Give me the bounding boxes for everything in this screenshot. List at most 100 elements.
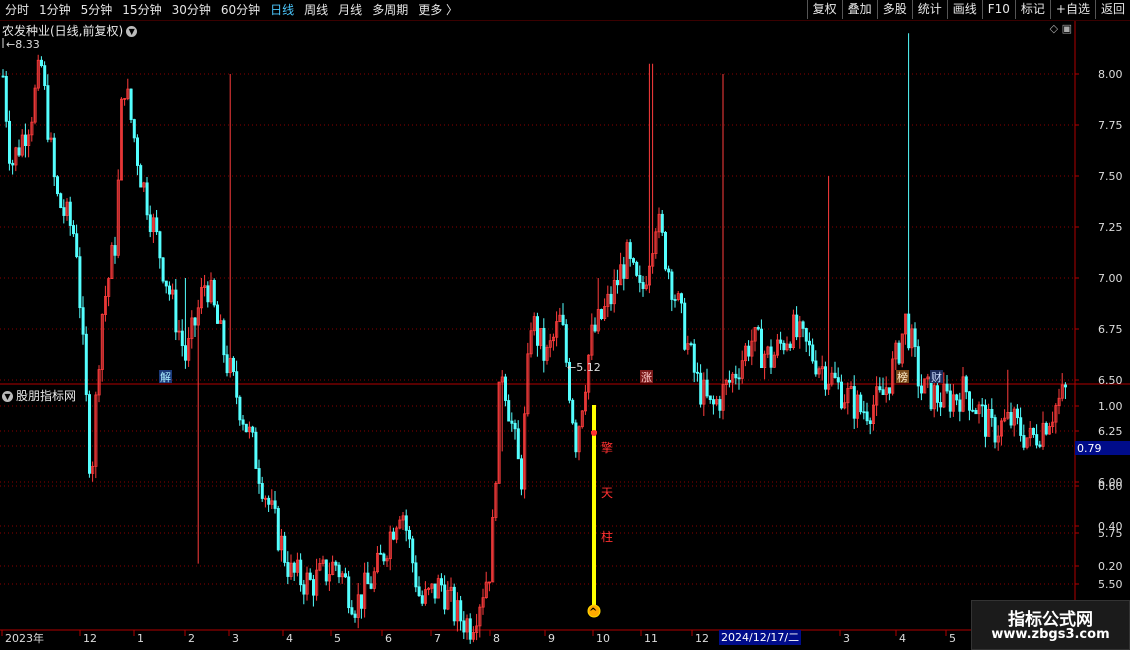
candle-body [366,572,370,585]
candle-body [459,600,463,622]
candle-body [72,225,76,235]
candle-body [11,162,15,166]
candle-body [788,343,792,349]
candle-body [840,381,844,409]
candle-body [283,535,287,563]
candle-body [241,419,245,425]
candle-body [616,280,620,286]
signal-char-1: 天 [601,486,613,500]
candle-body [622,264,626,279]
price-tick-label: 6.75 [1098,323,1123,336]
candle-body [609,293,613,305]
candle-body [343,573,347,578]
time-label: 2023年 [5,631,44,645]
candle-body [161,257,165,282]
candle-body [510,420,514,424]
candle-body [756,327,760,330]
candle-body [936,385,940,403]
candle-body [257,468,261,484]
candle-body [56,176,60,195]
candle-body [369,583,373,589]
time-label: 8 [493,632,500,645]
candle-body [174,289,178,333]
candle-body [513,422,517,430]
window-controls[interactable]: ◇ ▣ [1050,22,1072,35]
candle-body [520,458,524,490]
candle-body [881,389,885,396]
price-tick-label: 7.00 [1098,272,1123,285]
candle-body [747,345,751,357]
candle-body [46,85,50,140]
candle-body [699,372,703,405]
candle-body [561,314,565,325]
candle-body [379,552,383,555]
candle-body [468,618,472,640]
time-label: 5 [334,632,341,645]
candle-body [542,327,546,361]
indicator-title[interactable]: ▼ 股朋指标网 [2,387,76,404]
candle-body [78,256,82,309]
candle-body [251,426,255,433]
candle-body [164,280,168,287]
candle-body [980,404,984,407]
candle-body [382,553,386,562]
price-tick-label: 7.25 [1098,221,1123,234]
event-marker-2: 榜 [897,370,908,384]
candle-body [337,564,341,578]
signal-char-2: 柱 [601,529,613,544]
candle-body [292,562,296,573]
candle-body [1064,384,1068,388]
candle-body [852,386,856,419]
candle-body [769,346,773,368]
candle-body [862,411,866,414]
time-label: 4 [286,632,293,645]
candle-body [347,576,351,609]
price-tick-label: 8.00 [1098,68,1123,81]
candle-body [359,594,363,609]
indicator-tick-label: 1.00 [1098,400,1123,413]
candle-body [718,399,722,411]
candle-body [964,376,968,393]
candle-body [824,366,828,390]
candle-body [779,339,783,344]
candle-body [833,372,837,378]
candle-body [635,261,639,276]
candle-body [1022,435,1026,448]
time-label: 6 [385,632,392,645]
chevron-down-icon[interactable]: ▼ [126,26,138,37]
candle-body [600,309,604,320]
candle-body [235,371,239,398]
chevron-down-icon[interactable]: ▼ [2,391,13,402]
indicator-tick-label: 0.40 [1098,520,1123,533]
time-label: 2 [188,632,195,645]
candle-body [939,401,943,408]
candle-body [155,217,159,233]
high-price-label: ←8.33 [6,38,40,51]
candle-body [955,394,959,401]
candle-body [859,394,863,413]
candle-body [734,373,738,379]
candle-body [897,342,901,364]
candle-body [836,377,840,383]
candle-body [804,328,808,342]
event-marker-3: 财 [931,370,942,384]
candle-body [865,411,869,422]
watermark-url: www.zbgs3.com [991,627,1110,642]
indicator-tick-label: 0.60 [1098,480,1123,493]
kline-chart[interactable]: 8.007.757.507.257.006.756.506.256.005.75… [0,0,1130,650]
candle-body [536,316,540,346]
time-label: 9 [548,632,555,645]
candle-body [795,314,799,338]
price-tick-label: 7.75 [1098,119,1123,132]
candle-body [984,404,988,437]
candle-body [814,360,818,375]
main-chart-title[interactable]: 农发种业(日线,前复权) ▼ [2,22,138,39]
candle-body [1038,444,1042,447]
candle-body [231,357,235,373]
candle-body [273,500,277,509]
date-tooltip: 2024/12/17/二 [719,630,802,645]
candle-body [913,328,917,348]
candle-body [564,324,568,363]
candle-body [7,120,11,164]
time-label: 10 [596,632,610,645]
